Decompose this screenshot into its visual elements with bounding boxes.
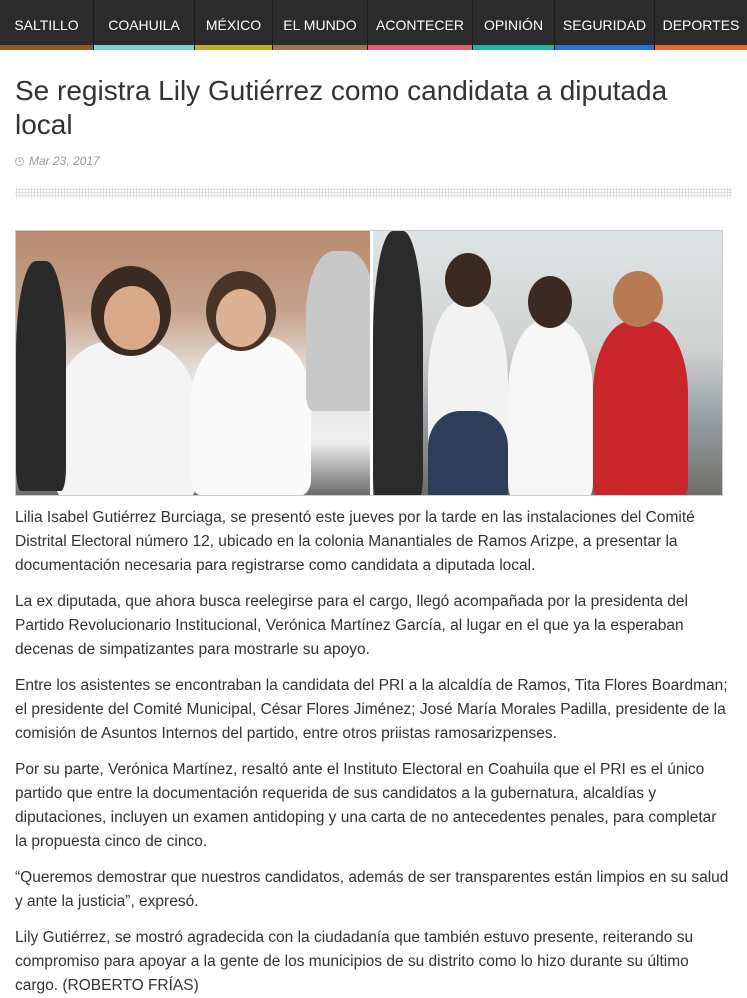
nav-label: DEPORTES xyxy=(662,17,740,33)
nav-label: MÉXICO xyxy=(205,17,262,33)
figure-shape xyxy=(373,231,423,495)
paragraph: Entre los asistentes se encontraban la c… xyxy=(15,677,728,742)
clock-icon xyxy=(15,156,24,166)
nav-item-mexico[interactable]: MÉXICO xyxy=(195,0,273,50)
nav-label: OPINIÓN xyxy=(483,17,544,33)
nav-item-coahuila[interactable]: COAHUILA xyxy=(94,0,195,50)
paragraph: “Queremos demostrar que nuestros candida… xyxy=(15,869,729,910)
figure-shape xyxy=(191,336,311,495)
nav-label: COAHUILA xyxy=(108,17,180,33)
article-body: Lilia Isabel Gutiérrez Burciaga, se pres… xyxy=(15,506,732,998)
figure-shape xyxy=(613,271,663,327)
figure-shape xyxy=(56,341,196,495)
nav-color-bar xyxy=(94,45,194,50)
nav-color-bar xyxy=(0,45,93,50)
nav-color-bar xyxy=(473,45,554,50)
figure-shape xyxy=(306,251,370,411)
paragraph: Por su parte, Verónica Martínez, resaltó… xyxy=(15,761,717,850)
figure-shape xyxy=(508,321,593,495)
nav-label: SALTILLO xyxy=(14,17,79,33)
nav-item-saltillo[interactable]: SALTILLO xyxy=(0,0,94,50)
article-meta: Mar 23, 2017 xyxy=(15,154,732,168)
figure-shape xyxy=(104,286,160,350)
nav-item-seguridad[interactable]: SEGURIDAD xyxy=(555,0,655,50)
figure-shape xyxy=(593,321,688,495)
dotted-divider xyxy=(15,188,732,198)
photo-left-panel xyxy=(16,231,373,495)
nav-color-bar xyxy=(368,45,472,50)
figure-shape xyxy=(16,261,66,491)
paragraph: Lily Gutiérrez, se mostró agradecida con… xyxy=(15,929,694,994)
nav-item-acontecer[interactable]: ACONTECER xyxy=(368,0,473,50)
paragraph: Lilia Isabel Gutiérrez Burciaga, se pres… xyxy=(15,509,695,574)
figure-shape xyxy=(428,411,508,495)
paragraph: La ex diputada, que ahora busca reelegir… xyxy=(15,593,688,658)
nav-item-deportes[interactable]: DEPORTES xyxy=(655,0,747,50)
main-navigation: SALTILLO COAHUILA MÉXICO EL MUNDO ACONTE… xyxy=(0,0,747,50)
nav-label: EL MUNDO xyxy=(283,17,357,33)
nav-color-bar xyxy=(555,45,654,50)
nav-label: ACONTECER xyxy=(376,17,464,33)
article-photo[interactable] xyxy=(15,230,723,496)
article-content: Se registra Lily Gutiérrez como candidat… xyxy=(0,50,747,998)
nav-item-el-mundo[interactable]: EL MUNDO xyxy=(273,0,368,50)
nav-item-opinion[interactable]: OPINIÓN xyxy=(473,0,555,50)
nav-color-bar xyxy=(195,45,272,50)
nav-label: SEGURIDAD xyxy=(562,17,647,33)
figure-shape xyxy=(445,253,491,307)
nav-color-bar xyxy=(273,45,367,50)
article-title: Se registra Lily Gutiérrez como candidat… xyxy=(15,75,668,140)
figure-shape xyxy=(528,276,572,328)
article-date: Mar 23, 2017 xyxy=(29,154,100,168)
nav-color-bar xyxy=(655,45,747,50)
figure-shape xyxy=(216,289,266,347)
photo-right-panel xyxy=(373,231,722,495)
